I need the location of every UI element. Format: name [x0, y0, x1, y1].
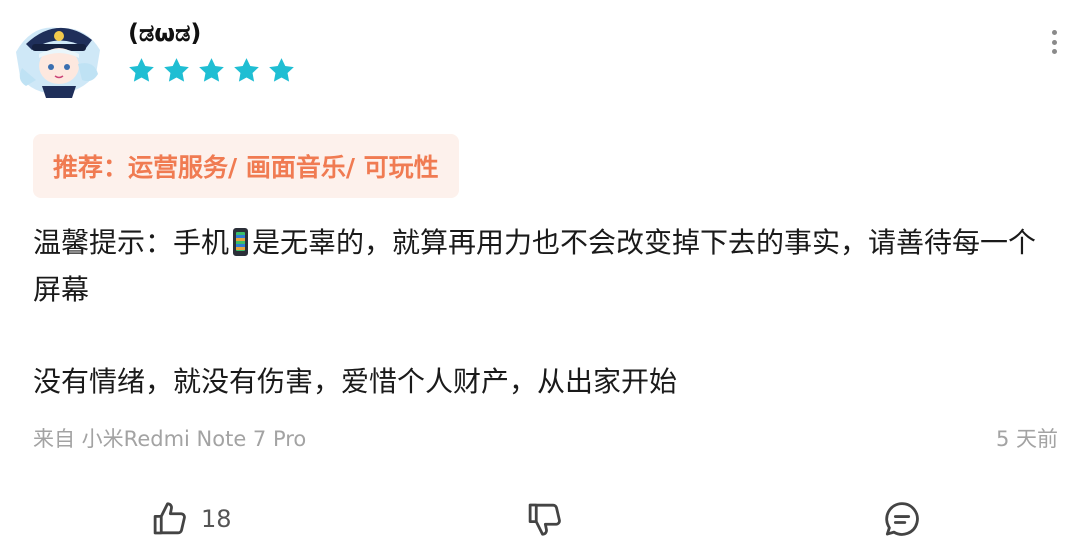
- thumbs-up-icon: [153, 502, 186, 535]
- comment-icon: [885, 502, 919, 536]
- more-vertical-icon[interactable]: [1040, 28, 1068, 56]
- review-text-part: 温馨提示：手机: [33, 226, 230, 259]
- star-icon: [199, 58, 224, 82]
- review-card: (ಡωಡ) 推荐： 运营服务/ 画面音乐/ 可玩性 温馨提示：手机 是无辜的，就算…: [0, 0, 1080, 559]
- mobile-phone-icon: [233, 228, 249, 256]
- post-time: 5 天前: [995, 427, 1058, 451]
- thumbs-down-icon: [528, 503, 561, 536]
- device-source: 来自 小米Redmi Note 7 Pro: [33, 427, 307, 451]
- recommend-tag: 推荐： 运营服务/ 画面音乐/ 可玩性: [33, 134, 459, 198]
- avatar-image: [12, 14, 104, 98]
- like-count: 18: [201, 505, 232, 533]
- star-icon: [269, 58, 294, 82]
- star-icon: [129, 58, 154, 82]
- recommend-label: 推荐：: [53, 153, 129, 182]
- dislike-button[interactable]: [524, 498, 566, 540]
- dot: [1051, 49, 1057, 54]
- like-button[interactable]: 18: [149, 498, 232, 540]
- star-icon: [164, 58, 189, 82]
- recommend-value: 运营服务/ 画面音乐/ 可玩性: [128, 153, 439, 182]
- dot: [1051, 30, 1057, 35]
- user-avatar[interactable]: [12, 14, 104, 98]
- review-paragraph-2: 没有情绪，就没有伤害，爱惜个人财产，从出家开始: [33, 365, 678, 398]
- review-body: 温馨提示：手机 是无辜的，就算再用力也不会改变掉下去的事实，请善待每一个屏幕 没有…: [33, 219, 1053, 405]
- review-paragraph-1: 温馨提示：手机 是无辜的，就算再用力也不会改变掉下去的事实，请善待每一个屏幕: [33, 219, 1053, 313]
- star-icon: [234, 58, 259, 82]
- username[interactable]: (ಡωಡ): [128, 17, 201, 49]
- comment-button[interactable]: [881, 498, 923, 540]
- rating-stars: [127, 56, 296, 85]
- dot: [1051, 39, 1057, 45]
